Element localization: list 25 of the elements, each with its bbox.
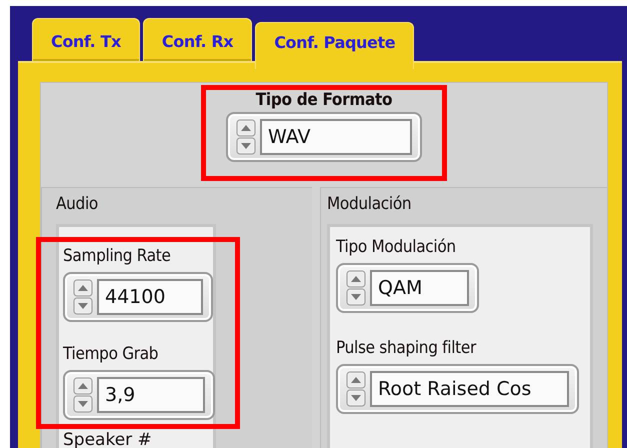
ring-control[interactable]: QAM <box>336 263 479 313</box>
control-label: Tiempo Grab <box>63 344 160 364</box>
control-label: Sampling Rate <box>63 246 172 266</box>
ring-control[interactable]: WAV <box>226 112 422 162</box>
control-label: Tipo Modulación <box>336 237 457 257</box>
tab[interactable]: Conf. Paquete <box>255 22 414 69</box>
ring-control[interactable]: Root Raised Cos <box>336 364 579 414</box>
value-field[interactable]: 3,9 <box>97 377 205 413</box>
tab[interactable]: Conf. Tx <box>32 18 140 61</box>
control-label: Tipo de Formato <box>256 90 392 110</box>
tab[interactable]: Conf. Rx <box>142 18 252 61</box>
spinner-icon[interactable] <box>346 270 366 306</box>
control-label: Pulse shaping filter <box>336 338 478 358</box>
spinner-icon[interactable] <box>236 119 256 155</box>
value-field[interactable]: QAM <box>370 270 469 306</box>
ring-control[interactable]: 3,9 <box>63 370 215 420</box>
ring-control[interactable]: 44100 <box>63 272 213 322</box>
spinner-icon[interactable] <box>346 371 366 407</box>
value-field[interactable]: WAV <box>260 119 412 155</box>
value-field[interactable]: Root Raised Cos <box>370 371 569 407</box>
value-field[interactable]: 44100 <box>97 279 203 315</box>
group-title: Audio <box>56 194 99 214</box>
group-title: Modulación <box>327 194 412 214</box>
spinner-icon[interactable] <box>73 279 93 315</box>
spinner-icon[interactable] <box>73 377 93 413</box>
